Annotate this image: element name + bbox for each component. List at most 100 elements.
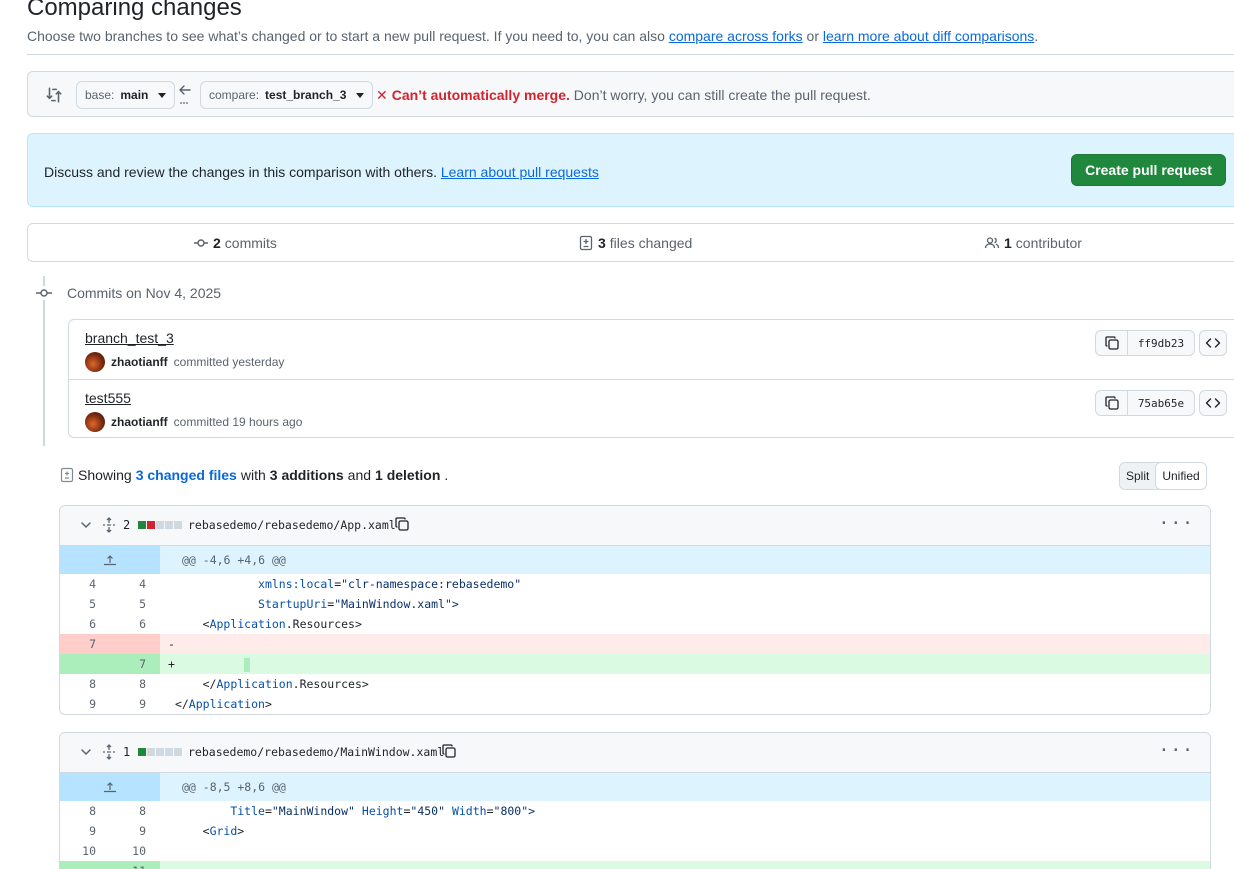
new-line-number[interactable]: 5 xyxy=(110,594,160,614)
browse-repo-button[interactable] xyxy=(1199,330,1227,356)
avatar[interactable] xyxy=(85,352,105,372)
new-line-number[interactable]: 10 xyxy=(110,841,160,861)
file-path[interactable]: rebasedemo/rebasedemo/MainWindow.xaml xyxy=(188,745,444,759)
merge-status-strong: Can’t automatically merge. xyxy=(391,87,570,103)
file-diff: 2 rebasedemo/rebasedemo/App.xaml ··· @@ … xyxy=(59,505,1211,715)
file-diff: 1 rebasedemo/rebasedemo/MainWindow.xaml … xyxy=(59,732,1211,869)
diffstat-bar xyxy=(138,748,182,756)
unfold-icon[interactable] xyxy=(102,744,116,760)
divider xyxy=(27,54,1234,55)
commit-sha-link[interactable]: 75ab65e xyxy=(1128,391,1194,415)
kebab-horizontal-icon[interactable]: ··· xyxy=(1158,515,1194,533)
commit-author-link[interactable]: zhaotianff xyxy=(111,415,168,429)
changed-files-link[interactable]: 3 changed files xyxy=(136,467,237,483)
line-code: </Application> xyxy=(174,697,272,711)
commit-meta: zhaotianff committed yesterday xyxy=(85,352,284,372)
file-change-count: 1 xyxy=(123,745,131,759)
commit-title-link[interactable]: test555 xyxy=(85,390,131,406)
summary-showing: Showing xyxy=(78,467,132,483)
chevron-down-icon[interactable] xyxy=(80,519,92,531)
file-path[interactable]: rebasedemo/rebasedemo/App.xaml xyxy=(188,518,396,532)
diff-summary: Showing 3 changed files with 3 additions… xyxy=(60,467,448,483)
x-icon: ✕ xyxy=(376,87,388,103)
hunk-range: @@ -8,5 +8,6 @@ xyxy=(182,780,286,794)
old-line-number[interactable]: 8 xyxy=(60,801,110,821)
commit-list: branch_test_3 zhaotianff committed yeste… xyxy=(68,319,1234,438)
old-line-number[interactable]: 9 xyxy=(60,694,110,714)
copy-sha-button[interactable] xyxy=(1096,331,1128,355)
old-line-number[interactable]: 6 xyxy=(60,614,110,634)
expand-up-button[interactable] xyxy=(60,773,160,801)
commit-row: test555 zhaotianff committed 19 hours ag… xyxy=(69,379,1234,438)
chevron-down-icon[interactable] xyxy=(80,746,92,758)
learn-pr-link[interactable]: Learn about pull requests xyxy=(441,164,599,180)
code-icon xyxy=(1205,398,1221,408)
merge-status-rest: Don’t worry, you can still create the pu… xyxy=(573,87,871,103)
files-label: files changed xyxy=(609,235,693,251)
commit-time: committed yesterday xyxy=(173,355,285,369)
commit-icon xyxy=(194,239,208,247)
summary-with: with xyxy=(240,467,266,483)
commits-label: commits xyxy=(224,235,277,251)
new-line-number[interactable]: 9 xyxy=(110,821,160,841)
copy-sha-button[interactable] xyxy=(1096,391,1128,415)
old-line-number[interactable]: 8 xyxy=(60,674,110,694)
summary-deletions: 1 deletion xyxy=(375,467,441,483)
compare-key: compare: xyxy=(209,88,260,102)
old-line-number[interactable]: 9 xyxy=(60,821,110,841)
compare-forks-link[interactable]: compare across forks xyxy=(669,28,803,44)
new-line-number[interactable]: 4 xyxy=(110,574,160,594)
unfold-icon[interactable] xyxy=(102,517,116,533)
browse-repo-button[interactable] xyxy=(1199,390,1227,416)
old-line-number[interactable]: 5 xyxy=(60,594,110,614)
new-line-number[interactable]: 7 xyxy=(110,654,160,674)
chevron-down-icon xyxy=(356,92,365,98)
base-branch-select[interactable]: base: main xyxy=(76,81,176,109)
line-code: </Application.Resources> xyxy=(202,677,369,691)
learn-diff-link[interactable]: learn more about diff comparisons xyxy=(823,28,1034,44)
commit-title-link[interactable]: branch_test_3 xyxy=(85,330,174,346)
diff-line: 9 9 </Application> xyxy=(60,694,1210,714)
contributors-tab[interactable]: 1 contributor xyxy=(984,235,1082,251)
merge-status: ✕ Can’t automatically merge. Don’t worry,… xyxy=(376,87,871,104)
commits-tab[interactable]: 2 commits xyxy=(193,235,277,251)
fold-up-icon xyxy=(104,782,116,793)
commit-row: branch_test_3 zhaotianff committed yeste… xyxy=(69,320,1234,379)
new-line-number[interactable]: 6 xyxy=(110,614,160,634)
unified-view-button[interactable]: Unified xyxy=(1155,463,1206,489)
copy-icon[interactable] xyxy=(441,743,457,759)
commit-author-link[interactable]: zhaotianff xyxy=(111,355,168,369)
whitespace-marker xyxy=(244,657,251,672)
diff-line: 4 4 xmlns:local="clr-namespace:rebasedem… xyxy=(60,574,1210,594)
split-view-button[interactable]: Split xyxy=(1120,463,1155,489)
contributors-count: 1 xyxy=(1004,235,1012,251)
create-pull-request-button[interactable]: Create pull request xyxy=(1071,154,1226,186)
old-line-number[interactable] xyxy=(60,861,110,869)
avatar[interactable] xyxy=(85,412,105,432)
new-line-number[interactable]: 11 xyxy=(110,861,160,869)
compare-arrows-icon xyxy=(46,87,62,103)
kebab-horizontal-icon[interactable]: ··· xyxy=(1158,742,1194,760)
files-changed-tab[interactable]: 3 files changed xyxy=(578,235,692,251)
new-line-number[interactable]: 8 xyxy=(110,674,160,694)
old-line-number[interactable]: 7 xyxy=(60,634,110,654)
new-line-number[interactable] xyxy=(110,634,160,654)
old-line-number[interactable] xyxy=(60,654,110,674)
commit-sha-link[interactable]: ff9db23 xyxy=(1128,331,1194,355)
new-line-number[interactable]: 8 xyxy=(110,801,160,821)
old-line-number[interactable]: 10 xyxy=(60,841,110,861)
expand-up-button[interactable] xyxy=(60,546,160,574)
new-line-number[interactable]: 9 xyxy=(110,694,160,714)
line-code: StartupUri="MainWindow.xaml"> xyxy=(258,597,459,611)
compare-branch-select[interactable]: compare: test_branch_3 xyxy=(200,81,374,109)
summary-additions: 3 additions xyxy=(269,467,344,483)
page-subtitle: Choose two branches to see what’s change… xyxy=(27,28,1038,44)
diff-line: 9 9 <Grid> xyxy=(60,821,1210,841)
copy-icon[interactable] xyxy=(394,516,410,532)
diff-line: 8 8 Title="MainWindow" Height="450" Widt… xyxy=(60,801,1210,821)
banner-message: Discuss and review the changes in this c… xyxy=(44,164,437,180)
old-line-number[interactable]: 4 xyxy=(60,574,110,594)
hunk-header: @@ -4,6 +4,6 @@ xyxy=(60,546,1210,574)
code-icon xyxy=(1205,338,1221,348)
file-header: 1 rebasedemo/rebasedemo/MainWindow.xaml … xyxy=(60,733,1210,773)
